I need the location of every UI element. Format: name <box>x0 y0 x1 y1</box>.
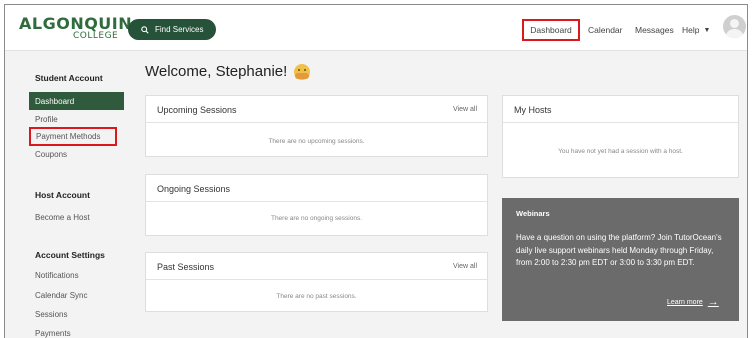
my-hosts-title: My Hosts <box>514 105 552 115</box>
nav-calendar[interactable]: Calendar <box>588 19 623 41</box>
sidebar-item-become-host[interactable]: Become a Host <box>35 213 90 222</box>
app-frame: ALGONQUIN COLLEGE Find Services Dashboar… <box>4 4 748 338</box>
sidebar-item-sessions[interactable]: Sessions <box>35 310 67 319</box>
nav-help-label: Help <box>682 25 700 35</box>
card-header: Upcoming Sessions View all <box>146 96 487 123</box>
welcome-text: Welcome, Stephanie! <box>145 63 288 80</box>
past-view-all-link[interactable]: View all <box>453 263 477 270</box>
card-header: Ongoing Sessions <box>146 175 487 202</box>
ongoing-empty-message: There are no ongoing sessions. <box>270 215 363 222</box>
ongoing-sessions-title: Ongoing Sessions <box>157 184 231 194</box>
ongoing-sessions-card: Ongoing Sessions There are no ongoing se… <box>145 174 488 236</box>
upcoming-view-all-link[interactable]: View all <box>453 106 477 113</box>
college-logo[interactable]: ALGONQUIN COLLEGE <box>19 14 132 44</box>
sidebar-item-calendar-sync[interactable]: Calendar Sync <box>35 291 87 300</box>
top-header: ALGONQUIN COLLEGE Find Services Dashboar… <box>5 5 747 51</box>
sidebar-item-payments[interactable]: Payments <box>35 329 71 338</box>
my-hosts-card: My Hosts You have not yet had a session … <box>502 95 739 178</box>
past-sessions-title: Past Sessions <box>157 262 215 272</box>
nav-help[interactable]: Help ▼ <box>682 19 710 41</box>
sidebar-heading-host: Host Account <box>35 190 90 200</box>
sidebar-item-dashboard[interactable]: Dashboard <box>29 92 124 110</box>
past-empty-message: There are no past sessions. <box>276 293 357 300</box>
sidebar-heading-student: Student Account <box>35 73 103 83</box>
upcoming-empty-message: There are no upcoming sessions. <box>268 138 365 145</box>
emoji-icon <box>294 63 311 80</box>
caret-down-icon: ▼ <box>703 26 711 34</box>
nav-messages[interactable]: Messages <box>635 19 674 41</box>
sidebar: Student Account Dashboard Profile Paymen… <box>5 52 135 338</box>
nav-dashboard[interactable]: Dashboard <box>522 19 580 41</box>
webinars-body: Have a question on using the platform? J… <box>516 233 722 267</box>
logo-text-bottom: COLLEGE <box>73 31 119 41</box>
find-services-button[interactable]: Find Services <box>128 19 216 40</box>
sidebar-item-notifications[interactable]: Notifications <box>35 271 79 280</box>
learn-more-label: Learn more <box>667 298 703 306</box>
hosts-empty-message: You have not yet had a session with a ho… <box>558 148 683 155</box>
webinars-title: Webinars <box>516 209 550 218</box>
webinars-card: Webinars Have a question on using the pl… <box>502 198 739 321</box>
sidebar-item-payment-methods[interactable]: Payment Methods <box>29 127 117 146</box>
upcoming-sessions-title: Upcoming Sessions <box>157 105 237 115</box>
upcoming-sessions-card: Upcoming Sessions View all There are no … <box>145 95 488 157</box>
avatar-icon[interactable] <box>723 15 746 38</box>
sidebar-item-coupons[interactable]: Coupons <box>35 150 67 159</box>
learn-more-link[interactable]: Learn more → <box>667 296 719 308</box>
find-services-label: Find Services <box>155 25 204 34</box>
past-sessions-card: Past Sessions View all There are no past… <box>145 252 488 312</box>
arrow-right-icon: → <box>707 296 719 308</box>
card-header: Past Sessions View all <box>146 253 487 280</box>
welcome-heading: Welcome, Stephanie! <box>145 63 311 80</box>
card-header: My Hosts <box>503 96 738 123</box>
sidebar-heading-settings: Account Settings <box>35 250 105 260</box>
sidebar-item-profile[interactable]: Profile <box>35 115 58 124</box>
search-icon <box>141 25 149 34</box>
